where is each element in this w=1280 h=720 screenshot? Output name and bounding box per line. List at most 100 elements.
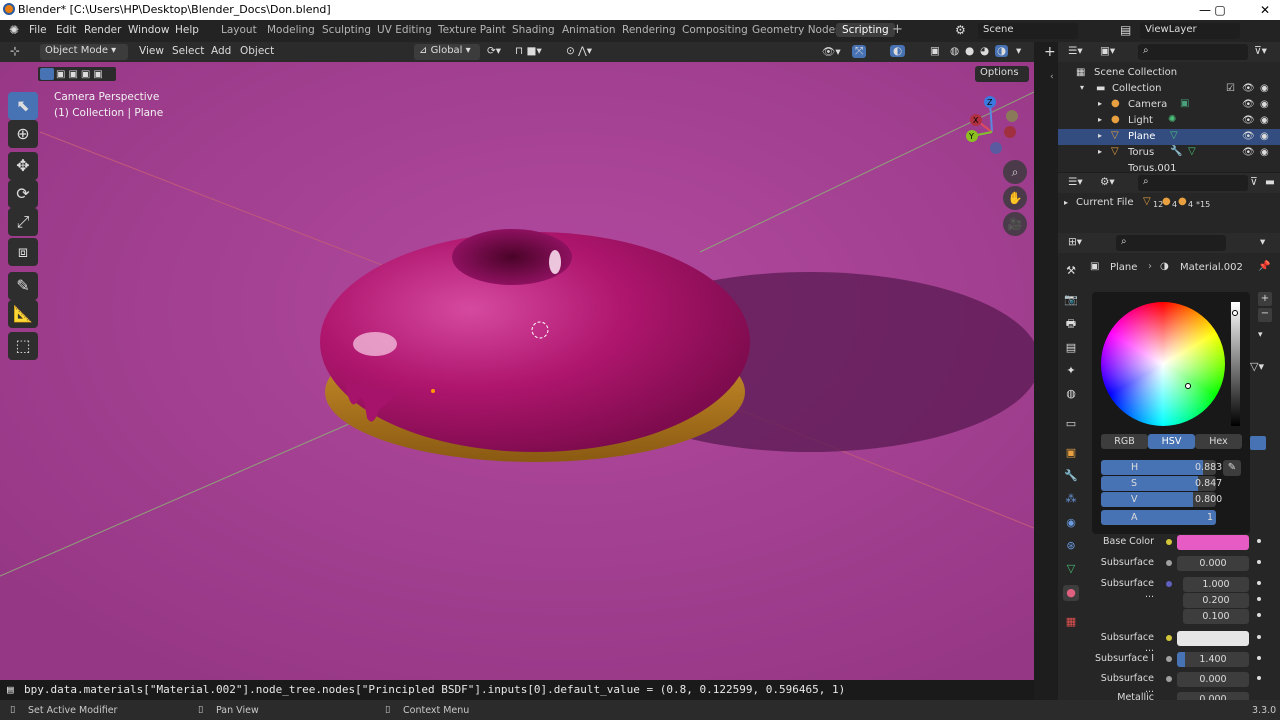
editor-type-icon[interactable]: ⊹ bbox=[10, 44, 20, 58]
cursor-tool-icon[interactable]: ⊕ bbox=[8, 120, 38, 148]
modifier-tab-icon[interactable]: 🔧 bbox=[1063, 468, 1079, 484]
pivot-icon[interactable]: ⟳▾ bbox=[487, 45, 501, 57]
tab-uv-editing[interactable]: UV Editing bbox=[377, 24, 432, 36]
outliner-filter-icon[interactable]: ⊽▾ bbox=[1254, 45, 1267, 57]
saturation-field[interactable]: S 0.847 bbox=[1101, 476, 1222, 491]
tab-texture-paint[interactable]: Texture Paint bbox=[438, 24, 506, 36]
current-file-label[interactable]: Current File bbox=[1076, 197, 1133, 208]
subsurface-radius-z[interactable]: 0.100 bbox=[1183, 609, 1249, 624]
particles-tab-icon[interactable]: ⁂ bbox=[1063, 491, 1079, 507]
menu-help[interactable]: Help bbox=[175, 24, 199, 36]
outliner-search-input[interactable]: ⌕ bbox=[1138, 44, 1248, 60]
torus-mesh-icon[interactable]: ▽ bbox=[1188, 146, 1196, 157]
outliner-item-light[interactable]: ▸ ● Light ✺ 👁 ◉ bbox=[1058, 113, 1280, 129]
properties-search-input[interactable]: ⌕ bbox=[1116, 235, 1226, 251]
tab-animation[interactable]: Animation bbox=[562, 24, 616, 36]
gizmo-neg-z[interactable] bbox=[990, 142, 1002, 154]
outliner-editor-icon[interactable]: ☰▾ bbox=[1068, 45, 1083, 57]
orientation-selector[interactable]: ⊿ Global ▾ bbox=[414, 44, 480, 60]
output-tab-icon[interactable]: 🖶 bbox=[1063, 316, 1079, 332]
camera-render-icon[interactable]: ◉ bbox=[1260, 99, 1269, 110]
alpha-field[interactable]: A 1 bbox=[1101, 510, 1216, 525]
texture-tab-icon[interactable]: ▦ bbox=[1063, 614, 1079, 630]
subsurface-radius-x[interactable]: 1.000 bbox=[1183, 577, 1249, 592]
mode-selector[interactable]: Object Mode ▾ bbox=[40, 44, 128, 60]
snap-icon[interactable]: ⊓ ■▾ bbox=[515, 45, 542, 57]
select-box-tool-icon[interactable]: ⬉ bbox=[8, 92, 38, 120]
transform-tool-icon[interactable]: ⧈ bbox=[8, 238, 38, 266]
outliner-display-mode-icon[interactable]: ▣▾ bbox=[1100, 45, 1115, 57]
collection-checkbox[interactable]: ☑ bbox=[1226, 83, 1235, 94]
tab-modeling[interactable]: Modeling bbox=[267, 24, 315, 36]
torus-visibility-icon[interactable]: 👁 bbox=[1242, 147, 1255, 158]
outliner-scene-collection[interactable]: ▦ Scene Collection bbox=[1058, 65, 1280, 81]
navigation-gizmo[interactable]: Z X Y bbox=[962, 92, 1032, 162]
camera-view-icon[interactable]: 🎥 bbox=[1003, 212, 1027, 236]
light-visibility-icon[interactable]: 👁 bbox=[1242, 115, 1255, 126]
color-wheel[interactable] bbox=[1101, 302, 1225, 426]
torus-render-icon[interactable]: ◉ bbox=[1260, 147, 1269, 158]
add-slot-button[interactable]: + bbox=[1258, 292, 1272, 306]
subsurface-color-swatch[interactable] bbox=[1177, 631, 1249, 646]
torus-modifier-icon[interactable]: 🔧 bbox=[1170, 146, 1182, 157]
menu-render[interactable]: Render bbox=[84, 24, 121, 36]
material-tab-icon[interactable]: ● bbox=[1063, 585, 1079, 601]
properties-editor-icon[interactable]: ⊞▾ bbox=[1068, 236, 1082, 248]
3d-viewport[interactable]: ▣▣▣▣ Options ⬉ ⊕ ✥ ⟳ ⤢ ⧈ ✎ 📐 ⬚ Camera Pe… bbox=[0, 62, 1034, 680]
collection-render-icon[interactable]: ◉ bbox=[1260, 83, 1269, 94]
shading-options-icon[interactable]: ▾ bbox=[1016, 45, 1021, 57]
view-layer-selector[interactable]: ViewLayer bbox=[1140, 23, 1240, 39]
subsurface-socket-icon[interactable] bbox=[1166, 560, 1172, 566]
subsurface-ior-field[interactable]: 1.400 bbox=[1177, 652, 1249, 667]
xray-icon[interactable]: ▣ bbox=[930, 45, 940, 57]
scene-selector[interactable]: Scene bbox=[978, 23, 1078, 39]
eyedropper-icon[interactable]: ✎ bbox=[1223, 460, 1241, 476]
file-display-mode-icon[interactable]: ⚙▾ bbox=[1100, 176, 1115, 188]
subsurface-anisotropy-field[interactable]: 0.000 bbox=[1177, 672, 1249, 687]
slot-menu-icon[interactable]: ▾ bbox=[1258, 330, 1263, 340]
shading-rendered-icon[interactable]: ◑ bbox=[995, 45, 1009, 57]
value-slider[interactable] bbox=[1231, 302, 1240, 426]
shading-solid-icon[interactable]: ● bbox=[965, 45, 974, 57]
scene-tab-icon[interactable]: ✦ bbox=[1063, 363, 1079, 379]
subsurface-anisotropy-socket-icon[interactable] bbox=[1166, 676, 1172, 682]
selection-mode-buttons[interactable]: ▣▣▣▣ bbox=[38, 67, 116, 81]
annotate-tool-icon[interactable]: ✎ bbox=[8, 272, 38, 300]
subsurface-radius-socket-icon[interactable] bbox=[1166, 581, 1172, 587]
color-wheel-cursor[interactable] bbox=[1185, 383, 1191, 389]
base-color-socket-icon[interactable] bbox=[1166, 539, 1172, 545]
subsurface-ior-keyframe-icon[interactable] bbox=[1257, 656, 1261, 660]
subsurface-field[interactable]: 0.000 bbox=[1177, 556, 1249, 571]
camera-visibility-icon[interactable]: 👁 bbox=[1242, 99, 1255, 110]
object-tab-icon[interactable]: ▣ bbox=[1063, 445, 1079, 461]
subsurface-ior-socket-icon[interactable] bbox=[1166, 656, 1172, 662]
plane-render-icon[interactable]: ◉ bbox=[1260, 131, 1269, 142]
tab-compositing[interactable]: Compositing bbox=[682, 24, 748, 36]
subsurface-radius-y[interactable]: 0.200 bbox=[1183, 593, 1249, 608]
file-editor-icon[interactable]: ☰▾ bbox=[1068, 176, 1083, 188]
metallic-field[interactable]: 0.000 bbox=[1177, 692, 1249, 700]
data-tab-icon[interactable]: ▽ bbox=[1063, 561, 1079, 577]
tab-scripting[interactable]: Scripting bbox=[836, 23, 895, 37]
node-tree-icon[interactable]: ▽▾ bbox=[1250, 360, 1264, 373]
rotate-tool-icon[interactable]: ⟳ bbox=[8, 180, 38, 208]
outliner-item-plane[interactable]: ▸ ▽ Plane ▽ 👁 ◉ bbox=[1058, 129, 1280, 145]
plane-mesh-icon[interactable]: ▽ bbox=[1170, 130, 1178, 141]
hue-field[interactable]: H 0.883 bbox=[1101, 460, 1222, 475]
scale-tool-icon[interactable]: ⤢ bbox=[8, 208, 38, 236]
tool-tab-icon[interactable]: ⚒ bbox=[1063, 263, 1079, 279]
file-trash-icon[interactable]: ▬ bbox=[1265, 176, 1275, 188]
camera-data-icon[interactable]: ▣ bbox=[1180, 98, 1189, 109]
color-mode-hsv[interactable]: HSV bbox=[1148, 434, 1195, 449]
pin-icon[interactable]: 📌 bbox=[1258, 261, 1270, 272]
render-tab-icon[interactable]: 📷 bbox=[1063, 292, 1079, 308]
base-color-swatch[interactable] bbox=[1177, 535, 1249, 550]
menu-select[interactable]: Select bbox=[172, 45, 204, 57]
value-slider-handle[interactable] bbox=[1232, 310, 1238, 316]
blender-menu-icon[interactable]: ✺ bbox=[9, 23, 19, 37]
subsurface-radius-keyframe-y[interactable] bbox=[1257, 597, 1261, 601]
gizmo-neg-x[interactable] bbox=[1004, 126, 1016, 138]
subsurface-radius-keyframe-x[interactable] bbox=[1257, 581, 1261, 585]
select-modes-icon[interactable]: ▣▣▣▣ bbox=[56, 69, 106, 80]
collapse-chevron-icon[interactable]: ‹ bbox=[1050, 72, 1054, 82]
